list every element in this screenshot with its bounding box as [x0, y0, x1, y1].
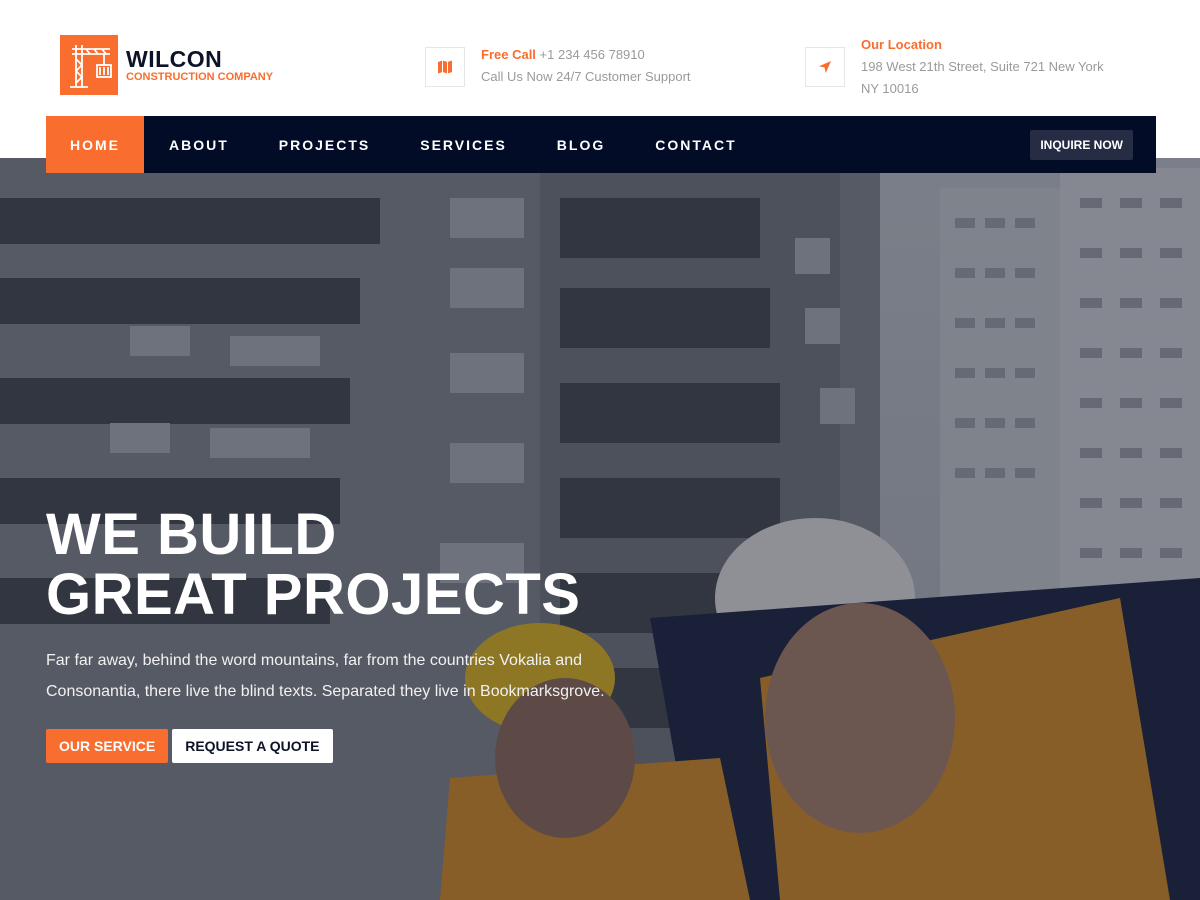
crane-icon [60, 35, 118, 95]
inquire-now-button[interactable]: INQUIRE NOW [1030, 129, 1133, 160]
map-icon [425, 47, 465, 87]
nav-item-home[interactable]: HOME [46, 116, 144, 173]
request-quote-button[interactable]: REQUEST A QUOTE [172, 729, 333, 763]
nav-item-projects[interactable]: PROJECTS [254, 116, 395, 173]
header-phone-info: Free Call +1 234 456 78910 Call Us Now 2… [425, 47, 691, 88]
brand-logo[interactable]: WILCON CONSTRUCTION COMPANY [60, 35, 273, 95]
nav-item-services[interactable]: SERVICES [395, 116, 532, 173]
hero-content: WE BUILD GREAT PROJECTS Far far away, be… [46, 505, 606, 763]
hero-title-line-2: GREAT PROJECTS [46, 562, 581, 627]
hero-title-line-1: WE BUILD [46, 502, 337, 567]
header-location-info: Our Location 198 West 21th Street, Suite… [805, 37, 1121, 100]
our-service-button[interactable]: OUR SERVICE [46, 729, 169, 763]
location-title: Our Location [861, 37, 942, 52]
navigation-arrow-icon [805, 47, 845, 87]
brand-tagline: CONSTRUCTION COMPANY [126, 71, 274, 83]
nav-item-about[interactable]: ABOUT [144, 116, 254, 173]
hero-title: WE BUILD GREAT PROJECTS [46, 505, 606, 625]
phone-text: Free Call +1 234 456 78910 Call Us Now 2… [481, 44, 691, 88]
hero-buttons: OUR SERVICE REQUEST A QUOTE [46, 729, 606, 763]
location-text: Our Location 198 West 21th Street, Suite… [861, 34, 1121, 100]
nav-item-contact[interactable]: CONTACT [630, 116, 761, 173]
hero-description: Far far away, behind the word mountains,… [46, 652, 605, 700]
brand-text: WILCON CONSTRUCTION COMPANY [126, 47, 273, 83]
phone-title: Free Call [481, 47, 536, 62]
phone-subtitle: Call Us Now 24/7 Customer Support [481, 69, 691, 84]
location-address: 198 West 21th Street, Suite 721 New York… [861, 59, 1104, 96]
phone-number[interactable]: +1 234 456 78910 [540, 47, 645, 62]
main-navigation: HOME ABOUT PROJECTS SERVICES BLOG CONTAC… [46, 116, 1156, 173]
brand-name: WILCON [126, 46, 223, 72]
nav-item-blog[interactable]: BLOG [532, 116, 630, 173]
